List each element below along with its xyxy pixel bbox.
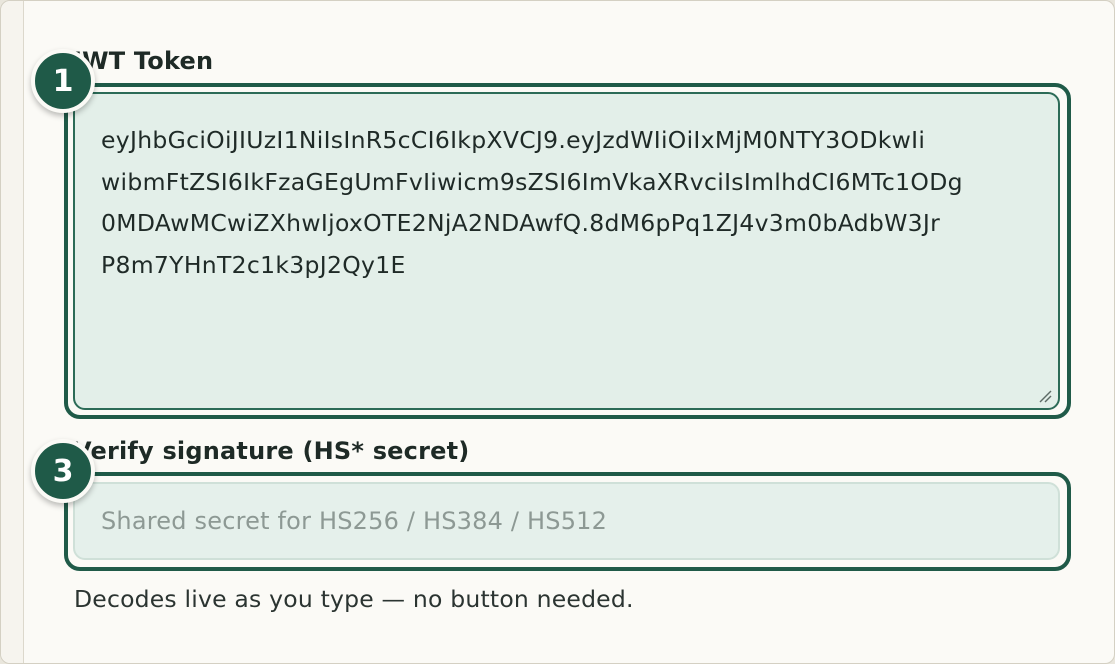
decoder-panel: JWT Token eyJhbGciOiJIUzI1NiIsInR5cCI6Ik… (0, 0, 1115, 664)
step-badge-secret: 3 (31, 439, 95, 503)
live-decode-hint: Decodes live as you type — no button nee… (74, 585, 634, 613)
secret-field-label: Verify signature (HS* secret) (73, 437, 470, 465)
resize-handle-icon[interactable] (1038, 389, 1052, 403)
secret-input-placeholder: Shared secret for HS256 / HS384 / HS512 (101, 507, 608, 535)
hs-secret-input[interactable]: Shared secret for HS256 / HS384 / HS512 (73, 482, 1060, 560)
jwt-token-textarea[interactable]: eyJhbGciOiJIUzI1NiIsInR5cCI6IkpXVCJ9.eyJ… (73, 92, 1060, 410)
left-rail (1, 1, 24, 663)
token-text-line: eyJhbGciOiJIUzI1NiIsInR5cCI6IkpXVCJ9.eyJ… (101, 126, 926, 154)
step-badge-token: 1 (31, 49, 95, 113)
token-text-line: wibmFtZSI6IkFzaGEgUmFvIiwicm9sZSI6ImVkaX… (101, 167, 963, 196)
token-text-line: P8m7YHnT2c1k3pJ2Qy1E (101, 250, 406, 279)
token-text-line: 0MDAwMCwiZXhwIjoxOTE2NjA2NDAwfQ.8dM6pPq1… (101, 209, 941, 237)
token-field-label: JWT Token (73, 47, 214, 75)
